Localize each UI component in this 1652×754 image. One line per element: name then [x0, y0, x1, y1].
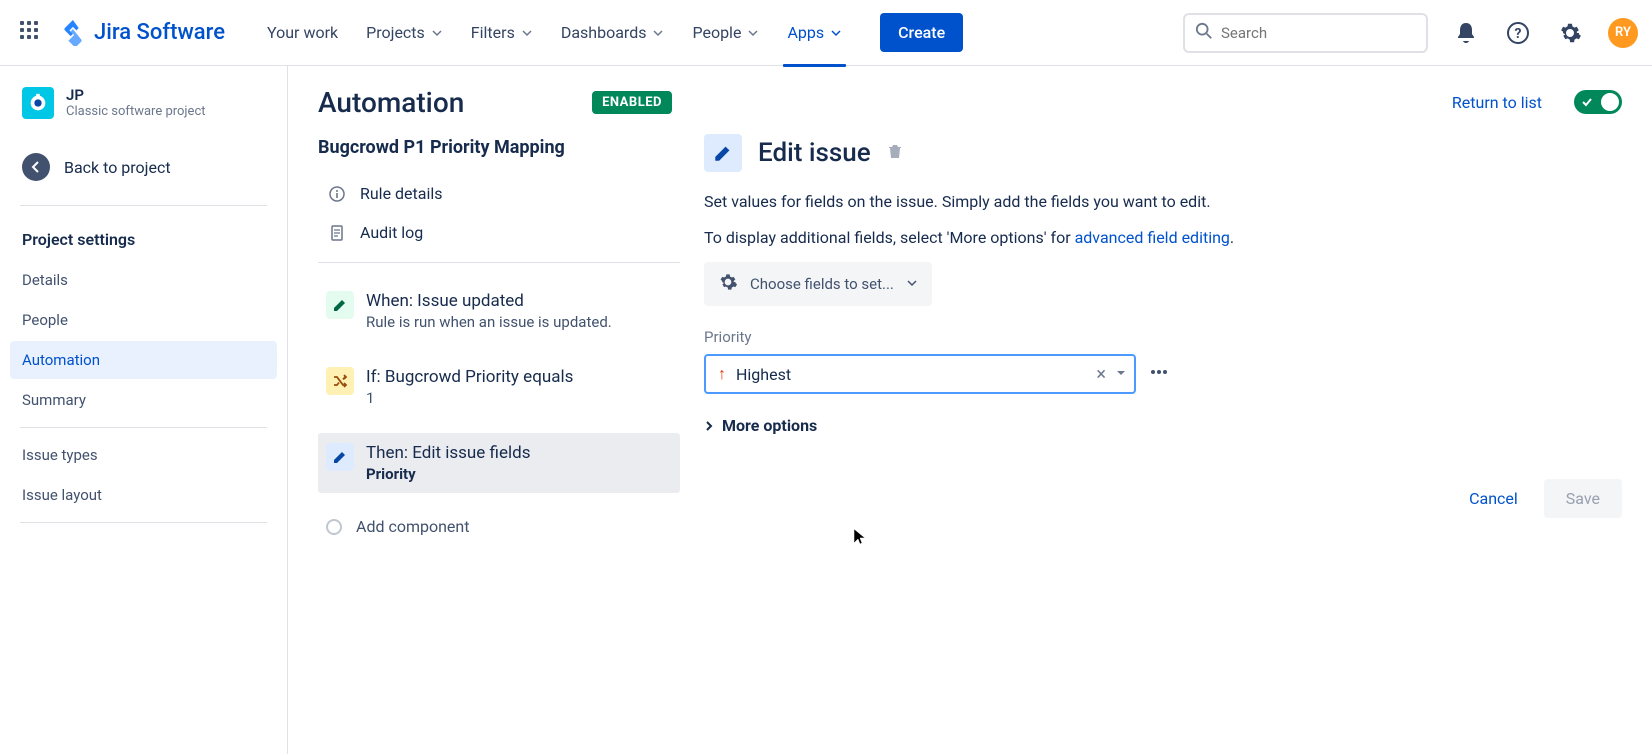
chevron-down-icon — [652, 27, 664, 39]
rule-name: Bugcrowd P1 Priority Mapping — [318, 137, 680, 158]
more-options-toggle[interactable]: More options — [704, 416, 1622, 435]
advanced-editing-link[interactable]: advanced field editing — [1075, 228, 1230, 247]
nav-projects[interactable]: Projects — [354, 15, 455, 50]
rule-details-link[interactable]: Rule details — [318, 174, 680, 213]
project-name: JP — [66, 86, 206, 104]
panel-description-2: To display additional fields, select 'Mo… — [704, 226, 1622, 250]
audit-log-link[interactable]: Audit log — [318, 213, 680, 252]
check-icon — [1580, 95, 1594, 109]
chevron-down-icon — [747, 27, 759, 39]
sidebar-link-details[interactable]: Details — [10, 261, 277, 299]
divider — [20, 205, 267, 206]
cancel-button[interactable]: Cancel — [1455, 479, 1532, 518]
project-subtitle: Classic software project — [66, 104, 206, 119]
create-button[interactable]: Create — [880, 13, 963, 52]
settings-icon[interactable] — [1556, 19, 1584, 47]
edit-panel: Return to list Edit issue Set values for… — [704, 86, 1622, 754]
app-switcher-icon[interactable] — [20, 21, 44, 45]
user-avatar[interactable]: RY — [1608, 18, 1638, 48]
divider — [318, 262, 680, 263]
nav-items: Your work Projects Filters Dashboards Pe… — [255, 15, 854, 50]
brand-logo[interactable]: Jira Software — [60, 20, 225, 46]
sidebar-link-automation[interactable]: Automation — [10, 341, 277, 379]
enabled-badge: ENABLED — [592, 91, 672, 114]
pencil-icon — [326, 443, 354, 471]
nav-dashboards[interactable]: Dashboards — [549, 15, 677, 50]
sidebar-link-issue-layout[interactable]: Issue layout — [10, 476, 277, 514]
rule-builder-column: Automation ENABLED Bugcrowd P1 Priority … — [318, 86, 680, 754]
back-arrow-icon — [22, 153, 50, 181]
divider — [20, 427, 267, 428]
search-icon — [1195, 22, 1213, 44]
priority-select[interactable]: ↑ Highest × — [704, 354, 1136, 394]
save-button: Save — [1544, 479, 1622, 518]
delete-icon[interactable] — [887, 143, 903, 163]
pencil-icon — [704, 134, 742, 172]
condition-node[interactable]: If: Bugcrowd Priority equals 1 — [318, 357, 680, 417]
document-icon — [328, 224, 346, 242]
chevron-right-icon — [704, 416, 714, 435]
priority-highest-icon: ↑ — [718, 364, 726, 384]
trigger-node[interactable]: When: Issue updated Rule is run when an … — [318, 281, 680, 341]
svg-text:?: ? — [1515, 26, 1522, 42]
priority-field-label: Priority — [704, 328, 1622, 346]
chevron-down-icon — [830, 27, 842, 39]
shuffle-icon — [326, 367, 354, 395]
nav-apps[interactable]: Apps — [775, 15, 854, 50]
clear-icon[interactable]: × — [1096, 364, 1106, 385]
nav-your-work[interactable]: Your work — [255, 15, 350, 50]
search-box[interactable] — [1183, 13, 1428, 53]
notifications-icon[interactable] — [1452, 19, 1480, 47]
chevron-down-icon — [431, 27, 443, 39]
chevron-down-icon — [906, 275, 918, 293]
priority-value: Highest — [736, 365, 1086, 384]
chevron-down-icon — [521, 27, 533, 39]
sidebar: JP Classic software project Back to proj… — [0, 66, 288, 754]
back-to-project[interactable]: Back to project — [10, 137, 277, 197]
nav-people[interactable]: People — [680, 15, 771, 50]
gear-icon — [718, 272, 738, 296]
add-component[interactable]: Add component — [318, 509, 680, 544]
help-icon[interactable]: ? — [1504, 19, 1532, 47]
divider — [20, 522, 267, 523]
panel-title: Edit issue — [758, 138, 871, 168]
sidebar-link-summary[interactable]: Summary — [10, 381, 277, 419]
nav-filters[interactable]: Filters — [459, 15, 545, 50]
project-logo-icon — [22, 87, 54, 119]
project-header[interactable]: JP Classic software project — [10, 86, 277, 137]
field-more-menu-icon[interactable] — [1148, 361, 1170, 387]
jira-logo-icon — [60, 20, 86, 46]
info-icon — [328, 185, 346, 203]
page-title: Automation — [318, 86, 464, 119]
panel-description-1: Set values for fields on the issue. Simp… — [704, 190, 1622, 214]
dropdown-caret-icon — [1116, 366, 1126, 382]
search-input[interactable] — [1221, 24, 1420, 42]
top-navigation: Jira Software Your work Projects Filters… — [0, 0, 1652, 66]
return-to-list-link[interactable]: Return to list — [1452, 93, 1542, 112]
sidebar-link-people[interactable]: People — [10, 301, 277, 339]
action-node[interactable]: Then: Edit issue fields Priority — [318, 433, 680, 493]
circle-icon — [326, 519, 342, 535]
sidebar-link-issue-types[interactable]: Issue types — [10, 436, 277, 474]
brand-text: Jira Software — [94, 20, 225, 45]
sidebar-heading: Project settings — [10, 214, 277, 259]
pencil-icon — [326, 291, 354, 319]
choose-fields-dropdown[interactable]: Choose fields to set... — [704, 262, 932, 306]
enabled-toggle[interactable] — [1574, 90, 1622, 114]
